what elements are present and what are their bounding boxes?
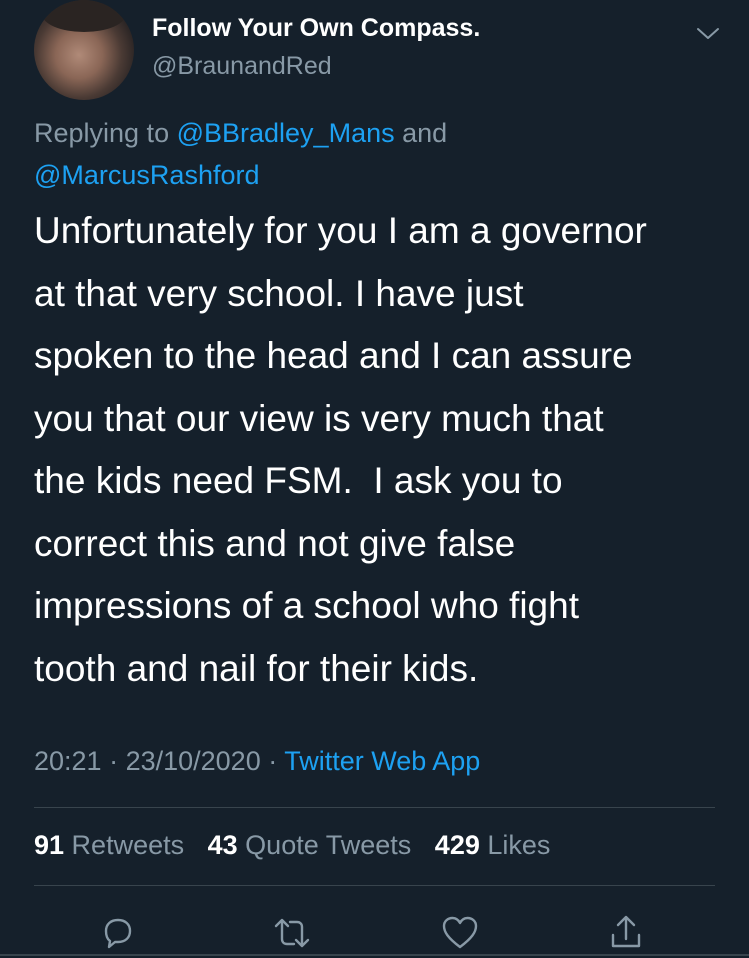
meta-separator: · [101, 746, 126, 776]
divider [34, 807, 715, 808]
quote-tweets-stat[interactable]: 43 Quote Tweets [208, 830, 412, 860]
quote-tweets-label: Quote Tweets [237, 830, 412, 860]
avatar-hair [42, 0, 126, 32]
divider [34, 885, 715, 886]
reply-icon[interactable] [98, 913, 138, 953]
retweets-label: Retweets [64, 830, 185, 860]
tweet-text-line: Unfortunately for you I am a governor [34, 210, 647, 251]
likes-count: 429 [434, 830, 480, 860]
tweet-stats: 91 Retweets 43 Quote Tweets 429 Likes [34, 830, 566, 861]
heart-icon[interactable] [440, 913, 480, 953]
retweets-count: 91 [34, 830, 65, 860]
author-handle[interactable]: @BraunandRed [152, 52, 332, 81]
chevron-down-icon[interactable] [694, 20, 722, 48]
tweet-text-line: spoken to the head and I can assure [34, 335, 633, 376]
tweet-text: Unfortunately for you I am a governor at… [34, 200, 734, 700]
tweet-source[interactable]: Twitter Web App [284, 746, 480, 776]
tweet-time[interactable]: 20:21 [34, 746, 102, 776]
replying-to-label: Replying to [34, 118, 177, 148]
quote-tweets-count: 43 [207, 830, 238, 860]
avatar[interactable] [34, 0, 134, 100]
share-icon[interactable] [606, 913, 646, 953]
action-bar [0, 905, 749, 956]
tweet-date[interactable]: 23/10/2020 [126, 746, 261, 776]
tweet-text-line: correct this and not give false [34, 522, 516, 564]
retweet-icon[interactable] [272, 913, 312, 953]
replying-to: Replying to @BBradley_Mans and @MarcusRa… [34, 112, 714, 196]
tweet-text-line: at that very school. I have just [34, 272, 524, 314]
tweet-meta: 20:21 · 23/10/2020 · Twitter Web App [34, 746, 480, 777]
tweet-text-line: tooth and nail for their kids. [34, 647, 479, 689]
tweet-text-line: you that our view is very much that [34, 397, 604, 439]
retweets-stat[interactable]: 91 Retweets [34, 830, 184, 860]
tweet-text-line: the kids need FSM. I ask you to [34, 460, 563, 501]
likes-label: Likes [479, 830, 551, 860]
author-display-name[interactable]: Follow Your Own Compass. [152, 14, 480, 43]
meta-separator: · [260, 746, 285, 776]
tweet-text-line: impressions of a school who fight [34, 585, 579, 626]
likes-stat[interactable]: 429 Likes [435, 830, 551, 860]
replying-to-joiner: and [394, 118, 448, 148]
mention-marcusrashford[interactable]: @MarcusRashford [34, 160, 259, 190]
mention-bbradley[interactable]: @BBradley_Mans [177, 118, 395, 148]
